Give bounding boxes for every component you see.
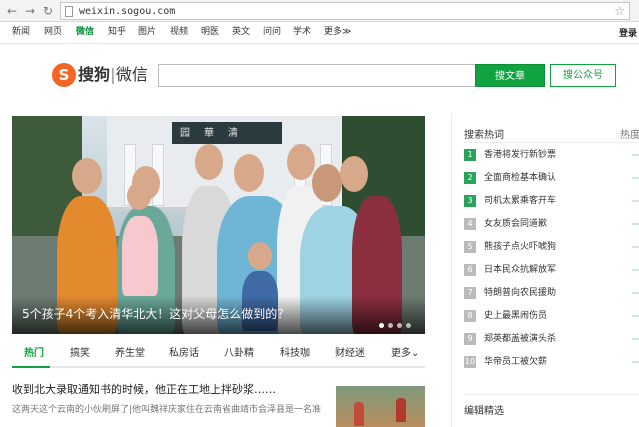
topnav-item-weixin[interactable]: 微信	[76, 26, 94, 38]
tab-tech[interactable]: 科技咖	[280, 347, 310, 361]
topnav-item-news[interactable]: 新闻	[12, 26, 30, 38]
carousel-dot[interactable]	[379, 323, 384, 328]
page-icon	[65, 6, 73, 17]
tab-more[interactable]: 更多⌄	[391, 347, 419, 361]
hot-word-item[interactable]: 4 女友质会同道歉	[464, 218, 639, 232]
tab-private-talk[interactable]: 私房话	[169, 347, 199, 361]
hot-rank-badge: 9	[464, 333, 476, 345]
topnav-item-wenwen[interactable]: 问问	[263, 26, 281, 38]
heat-bar	[632, 338, 639, 340]
hero-caption[interactable]: 5个孩子4个考入清华北大！这对父母怎么做到的？	[22, 306, 289, 322]
sogou-top-nav: 新闻 网页 微信 知乎 图片 视频 明医 英文 问问 学术 更多≫ 登录	[0, 22, 639, 44]
tab-funny[interactable]: 搞笑	[70, 347, 90, 361]
hot-word-item[interactable]: 10 华帝员工被欠薪	[464, 356, 639, 370]
hot-word-item[interactable]: 7 特朗普向农民援助	[464, 287, 639, 301]
article-snippet: 这两天这个云南的小伙刷屏了|他叫魏祥庆家住在云南省曲靖市会泽县是一名准	[12, 405, 322, 415]
hot-word-item[interactable]: 8 史上最黑闹伤员	[464, 310, 639, 324]
heat-bar	[632, 315, 639, 317]
hot-word-text[interactable]: 香港将发行新钞票	[484, 149, 556, 161]
topnav-item-mingyi[interactable]: 明医	[201, 26, 219, 38]
editor-picks-title: 编辑精选	[464, 406, 504, 417]
hot-rank-badge: 5	[464, 241, 476, 253]
tab-hot[interactable]: 热门	[24, 347, 44, 361]
logo-text: 搜狗|微信	[78, 65, 148, 84]
hot-word-text[interactable]: 熊孩子点火吓唬狗	[484, 241, 556, 253]
search-input[interactable]	[158, 64, 476, 87]
topnav-item-images[interactable]: 图片	[138, 26, 156, 38]
search-article-button[interactable]: 搜文章	[475, 64, 545, 87]
hot-word-text[interactable]: 司机太累乘客开车	[484, 195, 556, 207]
heat-bar	[632, 154, 639, 156]
hot-word-text[interactable]: 日本民众抗解放军	[484, 264, 556, 276]
hot-word-item[interactable]: 1 香港将发行新钞票	[464, 149, 639, 163]
search-account-button[interactable]: 搜公众号	[550, 64, 616, 87]
heat-bar	[632, 177, 639, 179]
hot-word-text[interactable]: 史上最黑闹伤员	[484, 310, 547, 322]
heat-bar	[632, 269, 639, 271]
reload-icon[interactable]: ↻	[40, 3, 56, 19]
address-bar[interactable]: weixin.sogou.com ☆	[60, 2, 630, 20]
hot-word-item[interactable]: 9 郑英都盖被演头杀	[464, 333, 639, 347]
browser-toolbar: ← → ↻ weixin.sogou.com ☆	[0, 0, 639, 22]
heat-bar	[632, 292, 639, 294]
carousel-indicators	[375, 313, 411, 332]
hot-word-text[interactable]: 特朗普向农民援助	[484, 287, 556, 299]
hot-search-sidebar: 搜索热词 热度 1 香港将发行新钞票 2 全面商检基本确认 3 司机太累乘客开车…	[451, 114, 639, 427]
carousel-dot[interactable]	[406, 323, 411, 328]
hero-carousel[interactable]: 园華清 5个孩子4个考入清华北大！这对父母怎么做到的？	[12, 116, 425, 334]
hot-search-title: 搜索热词	[464, 130, 504, 141]
bookmark-star-icon[interactable]: ☆	[614, 3, 625, 19]
address-url: weixin.sogou.com	[79, 6, 176, 17]
hot-rank-badge: 10	[464, 356, 476, 368]
gate-inscription: 园華清	[180, 128, 252, 139]
login-link[interactable]: 登录	[619, 26, 637, 39]
hot-word-item[interactable]: 6 日本民众抗解放军	[464, 264, 639, 278]
heat-bar	[632, 361, 639, 363]
topnav-item-web[interactable]: 网页	[44, 26, 62, 38]
sogou-logo-icon: S	[52, 63, 76, 87]
heat-bar	[632, 246, 639, 248]
article-thumbnail[interactable]	[336, 386, 425, 427]
tab-gossip[interactable]: 八卦精	[224, 347, 254, 361]
back-arrow-icon[interactable]: ←	[4, 3, 20, 19]
tab-finance[interactable]: 财经迷	[335, 347, 365, 361]
hot-rank-badge: 1	[464, 149, 476, 161]
forward-arrow-icon[interactable]: →	[22, 3, 38, 19]
article-title[interactable]: 收到北大录取通知书的时候，他正在工地上拌砂浆……	[12, 383, 276, 397]
hot-rank-badge: 8	[464, 310, 476, 322]
hot-word-text[interactable]: 全面商检基本确认	[484, 172, 556, 184]
topnav-item-xueshu[interactable]: 学术	[293, 26, 311, 38]
hot-rank-badge: 6	[464, 264, 476, 276]
carousel-dot[interactable]	[388, 323, 393, 328]
hot-word-text[interactable]: 郑英都盖被演头杀	[484, 333, 556, 345]
topnav-item-video[interactable]: 视频	[170, 26, 188, 38]
topnav-item-more[interactable]: 更多≫	[324, 26, 351, 38]
hot-word-text[interactable]: 华帝员工被欠薪	[484, 356, 547, 368]
tab-health[interactable]: 养生堂	[115, 347, 145, 361]
hot-rank-badge: 2	[464, 172, 476, 184]
heat-bar	[632, 200, 639, 202]
hot-word-item[interactable]: 5 熊孩子点火吓唬狗	[464, 241, 639, 255]
category-tabs: 热门 搞笑 养生堂 私房话 八卦精 科技咖 财经迷 更多⌄	[12, 342, 425, 368]
hot-word-item[interactable]: 2 全面商检基本确认	[464, 172, 639, 186]
hot-search-heat-label: 热度	[620, 130, 639, 141]
heat-bar	[632, 223, 639, 225]
hot-rank-badge: 3	[464, 195, 476, 207]
carousel-dot[interactable]	[397, 323, 402, 328]
hot-rank-badge: 7	[464, 287, 476, 299]
hot-rank-badge: 4	[464, 218, 476, 230]
hot-word-text[interactable]: 女友质会同道歉	[484, 218, 547, 230]
topnav-item-zhihu[interactable]: 知乎	[108, 26, 126, 38]
active-tab-underline	[12, 366, 50, 368]
hot-word-item[interactable]: 3 司机太累乘客开车	[464, 195, 639, 209]
topnav-item-english[interactable]: 英文	[232, 26, 250, 38]
